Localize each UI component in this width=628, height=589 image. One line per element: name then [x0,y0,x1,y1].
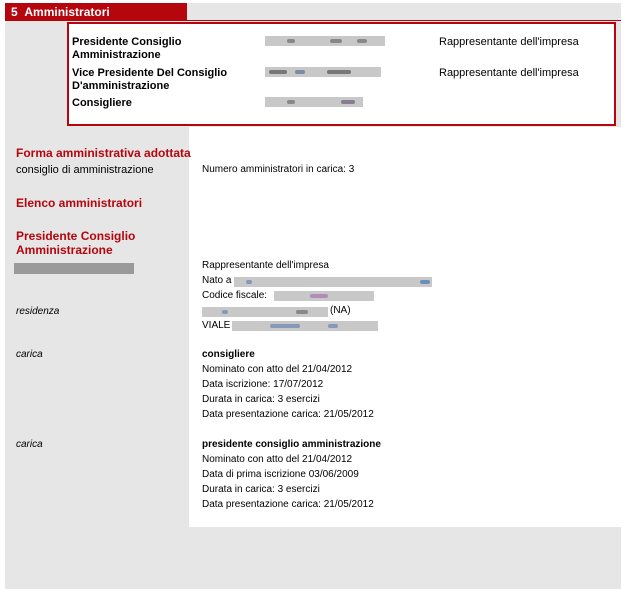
redaction-mark [270,324,300,328]
footer-band [5,527,621,589]
carica-1-line-4: Data presentazione carica: 21/05/2012 [202,409,374,420]
redaction-mark [357,39,367,43]
forma-heading: Forma amministrativa adottata [16,146,191,160]
carica-label-2: carica [16,439,43,450]
summary-representative-1: Rappresentante dell'impresa [439,36,579,48]
redacted-person-name [14,263,134,274]
redaction-mark [420,280,430,284]
carica-title-1: consigliere [202,349,255,360]
residence-label: residenza [16,306,60,317]
summary-representative-2: Rappresentante dell'impresa [439,67,579,79]
redaction-mark [330,39,342,43]
redaction-mark [296,310,308,314]
redacted-name-1 [265,36,385,46]
carica-1-line-1: Nominato con atto del 21/04/2012 [202,364,353,375]
province: (NA) [330,305,351,316]
section-number: 5 [11,5,18,19]
redaction-mark [287,100,295,104]
street-prefix: VIALE [202,320,231,331]
summary-role-2: Vice Presidente Del Consiglio D'amminist… [72,67,228,92]
person-representative: Rappresentante dell'impresa [202,260,329,271]
redacted-name-3 [265,97,363,107]
redaction-mark [287,39,295,43]
birth-label: Nato a [202,275,232,286]
redacted-name-2 [265,67,381,77]
section-divider [5,20,621,21]
carica-title-2: presidente consiglio amministrazione [202,439,381,450]
redaction-mark [327,70,351,74]
carica-1-line-2: Data iscrizione: 17/07/2012 [202,379,324,390]
redacted-city [202,307,328,317]
administrators-count: Numero amministratori in carica: 3 [202,164,355,175]
redacted-street [232,321,378,331]
carica-2-line-4: Data presentazione carica: 21/05/2012 [202,499,374,510]
summary-role-1: Presidente Consiglio Amministrazione [72,36,182,61]
redaction-mark [295,70,305,74]
elenco-heading: Elenco amministratori [16,196,143,210]
section-title: Amministratori [24,5,110,19]
redacted-fiscal-code [274,291,374,301]
redaction-mark [341,100,355,104]
redacted-birth-info [234,277,432,287]
forma-value: consiglio di amministrazione [16,164,154,176]
redaction-mark [246,280,252,284]
fiscal-code-label: Codice fiscale: [202,290,268,301]
redaction-mark [269,70,287,74]
carica-2-line-2: Data di prima iscrizione 03/06/2009 [202,469,359,480]
redaction-mark [222,310,228,314]
carica-1-line-3: Durata in carica: 3 esercizi [202,394,320,405]
carica-2-line-3: Durata in carica: 3 esercizi [202,484,320,495]
carica-2-line-1: Nominato con atto del 21/04/2012 [202,454,353,465]
redaction-mark [310,294,328,298]
redaction-mark [328,324,338,328]
carica-label-1: carica [16,349,43,360]
section-header: 5 Amministratori [5,3,187,21]
person-role-heading: Presidente Consiglio Amministrazione [16,229,136,257]
summary-role-3: Consigliere [72,97,132,109]
